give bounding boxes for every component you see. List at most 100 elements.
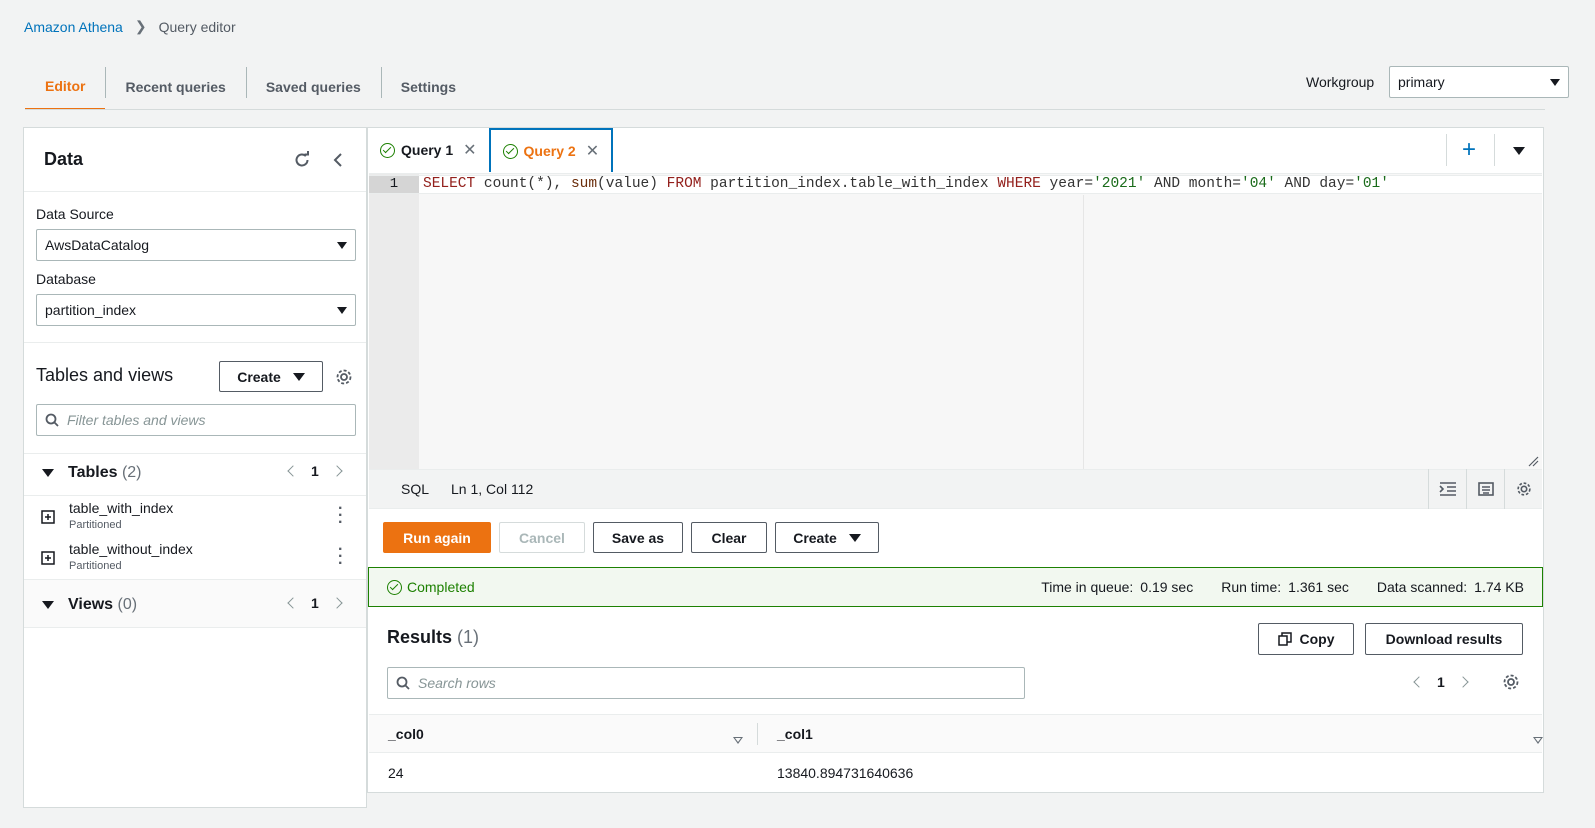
queue-time-value: 0.19 sec (1140, 579, 1194, 595)
query-tabs: Query 1 ✕ Query 2 ✕ (368, 128, 614, 172)
column-header[interactable]: _col0 (388, 726, 424, 742)
create-table-button[interactable]: Create (219, 361, 323, 392)
more-options-icon[interactable]: · · · (338, 501, 343, 531)
chevron-right-icon: ❯ (134, 18, 147, 34)
tab-editor[interactable]: Editor (25, 63, 106, 110)
gear-icon (1516, 482, 1531, 496)
filter-tables-input[interactable]: Filter tables and views (36, 404, 356, 436)
breadcrumb: Amazon Athena ❯ Query editor (24, 18, 236, 35)
table-cell: 13840.894731640636 (777, 765, 914, 781)
cursor-position: Ln 1, Col 112 (451, 481, 534, 497)
editor-status-bar: SQL Ln 1, Col 112 (369, 469, 1542, 509)
copy-button[interactable]: Copy (1258, 623, 1354, 655)
sql-token: SELECT (423, 176, 476, 192)
save-as-button[interactable]: Save as (593, 522, 683, 553)
gear-icon[interactable] (1501, 672, 1521, 692)
workgroup-select[interactable]: primary (1389, 66, 1569, 98)
search-icon (396, 676, 410, 690)
breadcrumb-athena-link[interactable]: Amazon Athena (24, 19, 123, 35)
chevron-right-icon[interactable] (1457, 676, 1469, 688)
caret-down-icon (848, 533, 861, 542)
tab-saved-queries[interactable]: Saved queries (245, 63, 381, 110)
main-tabs: Editor Recent queries Saved queries Sett… (25, 63, 476, 110)
query-panel: Query 1 ✕ Query 2 ✕ + 1 SELECT count(*),… (367, 127, 1544, 793)
shortcuts-button[interactable] (1466, 469, 1504, 509)
tables-label: Tables (68, 464, 118, 481)
sql-token: year= (1040, 176, 1094, 192)
editor-settings-button[interactable] (1504, 469, 1542, 509)
cancel-button[interactable]: Cancel (499, 522, 585, 553)
tables-section-header[interactable]: Tables (2) (42, 464, 142, 482)
sql-token: '01' (1354, 176, 1389, 192)
search-rows-input[interactable]: Search rows (387, 667, 1025, 699)
gear-icon[interactable] (334, 367, 354, 387)
workgroup-value: primary (1398, 74, 1445, 90)
tab-recent-queries[interactable]: Recent queries (105, 63, 245, 110)
views-page-number[interactable]: 1 (311, 595, 319, 611)
success-check-icon (387, 579, 402, 595)
download-results-button[interactable]: Download results (1365, 623, 1523, 655)
create-label: Create (237, 368, 281, 385)
data-source-select[interactable]: AwsDataCatalog (36, 229, 356, 261)
caret-down-icon (292, 372, 305, 381)
database-select[interactable]: partition_index (36, 294, 356, 326)
sort-icon[interactable] (733, 737, 743, 744)
query-tab-1[interactable]: Query 1 ✕ (368, 128, 489, 172)
chevron-right-icon[interactable] (331, 597, 343, 609)
chevron-left-icon[interactable] (287, 597, 299, 609)
search-placeholder: Search rows (418, 675, 496, 691)
column-header[interactable]: _col1 (777, 726, 813, 742)
table-type: Partitioned (69, 560, 122, 572)
data-scanned-value: 1.74 KB (1474, 579, 1524, 595)
table-row: 24 13840.894731640636 (369, 753, 1542, 792)
run-again-button[interactable]: Run again (383, 522, 491, 553)
collapse-panel-icon[interactable] (330, 152, 346, 168)
expand-plus-icon[interactable] (41, 551, 55, 565)
sql-token: sum (570, 176, 598, 192)
run-time: Run time: 1.361 sec (1221, 579, 1349, 595)
expand-plus-icon[interactable] (41, 510, 55, 524)
list-item[interactable]: table_without_index Partitioned · · · (24, 537, 366, 578)
data-source-label: Data Source (36, 206, 114, 222)
tables-page-number[interactable]: 1 (311, 463, 319, 479)
close-icon[interactable]: ✕ (463, 140, 476, 160)
column-divider[interactable] (757, 723, 758, 745)
data-panel: Data Data Source AwsDataCatalog Database… (23, 127, 367, 808)
chevron-left-icon[interactable] (1413, 676, 1425, 688)
print-margin (1083, 195, 1084, 470)
sql-token: FROM (666, 176, 702, 192)
views-section-header[interactable]: Views (0) 1 (24, 579, 366, 628)
clear-button[interactable]: Clear (691, 522, 767, 553)
tables-pagination: 1 (287, 463, 343, 479)
database-label: Database (36, 271, 96, 287)
create-label: Create (793, 529, 837, 546)
data-panel-title: Data (44, 149, 84, 169)
add-query-tab-icon[interactable]: + (1462, 132, 1476, 168)
create-button[interactable]: Create (775, 522, 879, 553)
table-name: table_without_index (69, 541, 193, 557)
sort-icon[interactable] (1532, 737, 1543, 744)
editor-gutter (369, 174, 419, 470)
divider (24, 453, 366, 454)
format-query-button[interactable] (1428, 469, 1466, 509)
expand-caret-icon (42, 469, 54, 477)
views-count: (0) (117, 596, 138, 613)
more-options-icon[interactable]: · · · (338, 542, 343, 572)
resize-handle-icon[interactable] (1527, 455, 1539, 467)
query-tab-2[interactable]: Query 2 ✕ (488, 128, 614, 172)
results-page-number[interactable]: 1 (1437, 674, 1445, 690)
chevron-right-icon[interactable] (331, 465, 343, 477)
tabs-divider (25, 109, 1545, 110)
close-icon[interactable]: ✕ (586, 141, 599, 161)
chevron-left-icon[interactable] (287, 465, 299, 477)
tab-menu-caret-icon[interactable] (1513, 147, 1525, 155)
tab-settings[interactable]: Settings (380, 63, 476, 110)
sql-code-line[interactable]: SELECT count(*), sum(value) FROM partiti… (423, 176, 1389, 192)
database-value: partition_index (45, 302, 137, 318)
sql-token: count(*), (475, 176, 571, 192)
list-item[interactable]: table_with_index Partitioned · · · (24, 496, 366, 537)
sql-editor[interactable]: 1 SELECT count(*), sum(value) FROM parti… (369, 173, 1542, 470)
sql-token: (value) (597, 176, 667, 192)
indent-icon (1438, 482, 1456, 496)
refresh-icon[interactable] (292, 150, 312, 170)
